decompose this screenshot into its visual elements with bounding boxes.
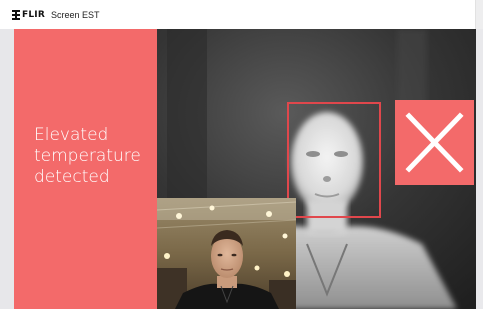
alert-message: Elevated temperature detected bbox=[34, 125, 159, 188]
app-name: Screen EST bbox=[50, 9, 100, 20]
alert-line-1: Elevated bbox=[34, 125, 109, 145]
alert-line-2: temperature bbox=[34, 146, 141, 166]
right-gutter bbox=[476, 29, 483, 309]
flir-logo-icon bbox=[12, 9, 20, 20]
visual-camera-preview bbox=[157, 198, 296, 309]
flir-logo: FLIR bbox=[12, 9, 45, 20]
alert-line-3: detected bbox=[34, 167, 110, 187]
face-detection-box bbox=[287, 102, 381, 218]
screening-app: FLIR Screen EST Elevated temperature det… bbox=[0, 0, 483, 309]
left-gutter bbox=[0, 29, 14, 309]
close-icon bbox=[405, 112, 464, 173]
brand-name: FLIR bbox=[22, 9, 45, 20]
alert-panel: Elevated temperature detected bbox=[14, 29, 157, 309]
title-bar: FLIR Screen EST bbox=[0, 0, 476, 29]
status-badge bbox=[395, 100, 474, 185]
